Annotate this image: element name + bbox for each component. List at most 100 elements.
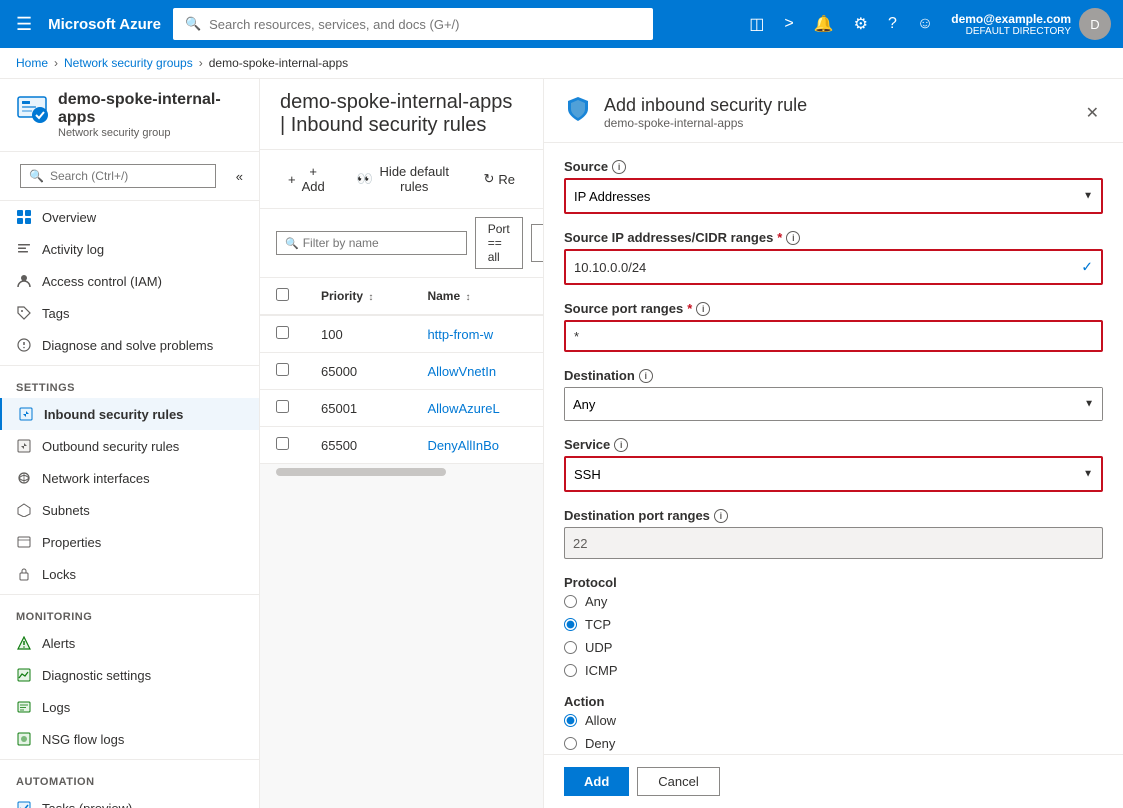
- priority-cell: 65500: [305, 427, 411, 464]
- diagnostic-icon: [16, 667, 32, 683]
- breadcrumb-nsg[interactable]: Network security groups: [64, 56, 193, 70]
- rule-name-link[interactable]: AllowAzureL: [427, 401, 499, 416]
- sidebar-item-tasks[interactable]: Tasks (preview): [0, 792, 259, 808]
- sidebar-item-diagnostic[interactable]: Diagnostic settings: [0, 659, 259, 691]
- protocol-tcp-option[interactable]: TCP: [564, 617, 1103, 632]
- help-icon[interactable]: ?: [882, 11, 903, 37]
- refresh-button[interactable]: ↻ Re: [471, 165, 527, 193]
- source-info-icon[interactable]: i: [612, 160, 626, 174]
- sidebar-item-iam[interactable]: Access control (IAM): [0, 265, 259, 297]
- sidebar-item-subnets[interactable]: Subnets: [0, 494, 259, 526]
- row-checkbox[interactable]: [276, 437, 289, 450]
- row-checkbox[interactable]: [276, 363, 289, 376]
- action-deny-option[interactable]: Deny: [564, 736, 1103, 751]
- source-ip-input[interactable]: [566, 251, 1101, 283]
- source-ip-input-wrapper: ✓: [564, 249, 1103, 285]
- row-checkbox[interactable]: [276, 326, 289, 339]
- destination-field-group: Destination i Any IP Addresses Service T…: [564, 368, 1103, 421]
- sidebar-item-overview[interactable]: Overview: [0, 201, 259, 233]
- destination-select[interactable]: Any IP Addresses Service Tag Application…: [565, 388, 1102, 420]
- dest-port-input[interactable]: [564, 527, 1103, 559]
- avatar[interactable]: D: [1079, 8, 1111, 40]
- sidebar-item-network-interfaces[interactable]: Network interfaces: [0, 462, 259, 494]
- rule-name-link[interactable]: AllowVnetIn: [427, 364, 496, 379]
- hide-default-rules-button[interactable]: 👀 Hide default rules: [345, 158, 464, 200]
- protocol-udp-radio[interactable]: [564, 641, 577, 654]
- main-layout: demo-spoke-internal-apps Network securit…: [0, 79, 1123, 808]
- protocol-field-group: Protocol Any TCP UDP: [564, 575, 1103, 678]
- priority-column-header[interactable]: Priority ↕: [305, 278, 411, 315]
- panel-close-button[interactable]: ✕: [1082, 99, 1103, 127]
- destination-info-icon[interactable]: i: [639, 369, 653, 383]
- sidebar-search-wrapper[interactable]: 🔍: [20, 164, 216, 188]
- feedback-icon[interactable]: ☺: [911, 11, 939, 37]
- name-column-header[interactable]: Name ↕: [411, 278, 543, 315]
- select-all-header: [260, 278, 305, 315]
- select-all-checkbox[interactable]: [276, 288, 289, 301]
- protocol-tcp-radio[interactable]: [564, 618, 577, 631]
- source-port-info-icon[interactable]: i: [696, 302, 710, 316]
- protocol-icmp-radio[interactable]: [564, 664, 577, 677]
- sidebar-item-alerts[interactable]: Alerts: [0, 627, 259, 659]
- sidebar-item-inbound[interactable]: Inbound security rules: [0, 398, 259, 430]
- sidebar-item-logs[interactable]: Logs: [0, 691, 259, 723]
- action-allow-option[interactable]: Allow: [564, 713, 1103, 728]
- sidebar-item-tags[interactable]: Tags: [0, 297, 259, 329]
- sidebar-item-activity-log[interactable]: Activity log: [0, 233, 259, 265]
- sidebar-search-input[interactable]: [50, 169, 207, 183]
- source-port-input[interactable]: [564, 320, 1103, 352]
- source-select[interactable]: IP Addresses Any Service Tag Application…: [566, 180, 1101, 212]
- protocol-any-radio[interactable]: [564, 595, 577, 608]
- tasks-icon: [16, 800, 32, 808]
- table-scroll[interactable]: Priority ↕ Name ↕ 10: [260, 278, 543, 464]
- action-allow-radio[interactable]: [564, 714, 577, 727]
- port-filter-tag[interactable]: Port == all: [475, 217, 523, 269]
- protocol-filter-tag[interactable]: Protocol == all: [531, 224, 543, 262]
- global-search-input[interactable]: [209, 17, 641, 32]
- tags-icon: [16, 305, 32, 321]
- action-deny-radio[interactable]: [564, 737, 577, 750]
- sort-icon: ↕: [368, 292, 373, 303]
- breadcrumb-home[interactable]: Home: [16, 56, 48, 70]
- source-label: Source i: [564, 159, 1103, 174]
- source-ip-info-icon[interactable]: i: [786, 231, 800, 245]
- filter-search-box[interactable]: 🔍: [276, 231, 467, 255]
- eye-icon: 👀: [357, 171, 373, 187]
- rule-name-link[interactable]: http-from-w: [427, 327, 493, 342]
- sidebar-item-label: Diagnostic settings: [42, 668, 151, 683]
- properties-icon: [16, 534, 32, 550]
- service-info-icon[interactable]: i: [614, 438, 628, 452]
- protocol-any-option[interactable]: Any: [564, 594, 1103, 609]
- service-label: Service i: [564, 437, 1103, 452]
- dest-port-info-icon[interactable]: i: [714, 509, 728, 523]
- add-button[interactable]: Add: [564, 767, 629, 796]
- hamburger-icon[interactable]: ☰: [12, 10, 36, 39]
- settings-section-header: Settings: [0, 370, 259, 398]
- collapse-sidebar-btn[interactable]: «: [228, 161, 251, 192]
- protocol-udp-option[interactable]: UDP: [564, 640, 1103, 655]
- horizontal-scrollbar[interactable]: [276, 468, 446, 476]
- filter-search-input[interactable]: [303, 236, 458, 250]
- sidebar: demo-spoke-internal-apps Network securit…: [0, 79, 260, 808]
- sidebar-item-outbound[interactable]: Outbound security rules: [0, 430, 259, 462]
- protocol-icmp-option[interactable]: ICMP: [564, 663, 1103, 678]
- sidebar-item-label: Properties: [42, 535, 101, 550]
- global-search-bar[interactable]: 🔍: [173, 8, 653, 40]
- cloud-shell-icon[interactable]: >: [778, 11, 799, 37]
- service-select[interactable]: SSH Custom HTTP HTTPS RDP: [566, 458, 1101, 490]
- row-checkbox[interactable]: [276, 400, 289, 413]
- add-rule-button[interactable]: + + Add: [276, 158, 337, 200]
- app-logo: Microsoft Azure: [48, 16, 161, 33]
- sidebar-item-nsg-flow-logs[interactable]: NSG flow logs: [0, 723, 259, 755]
- settings-icon[interactable]: ⚙: [848, 10, 874, 38]
- action-label: Action: [564, 694, 1103, 709]
- sidebar-item-properties[interactable]: Properties: [0, 526, 259, 558]
- portal-menu-icon[interactable]: ◫: [743, 10, 770, 38]
- rule-name-link[interactable]: DenyAllInBo: [427, 438, 499, 453]
- sidebar-item-label: Outbound security rules: [42, 439, 179, 454]
- sidebar-item-locks[interactable]: Locks: [0, 558, 259, 590]
- notifications-icon[interactable]: 🔔: [808, 10, 840, 38]
- cancel-button[interactable]: Cancel: [637, 767, 719, 796]
- row-checkbox-cell: [260, 390, 305, 427]
- sidebar-item-diagnose[interactable]: Diagnose and solve problems: [0, 329, 259, 361]
